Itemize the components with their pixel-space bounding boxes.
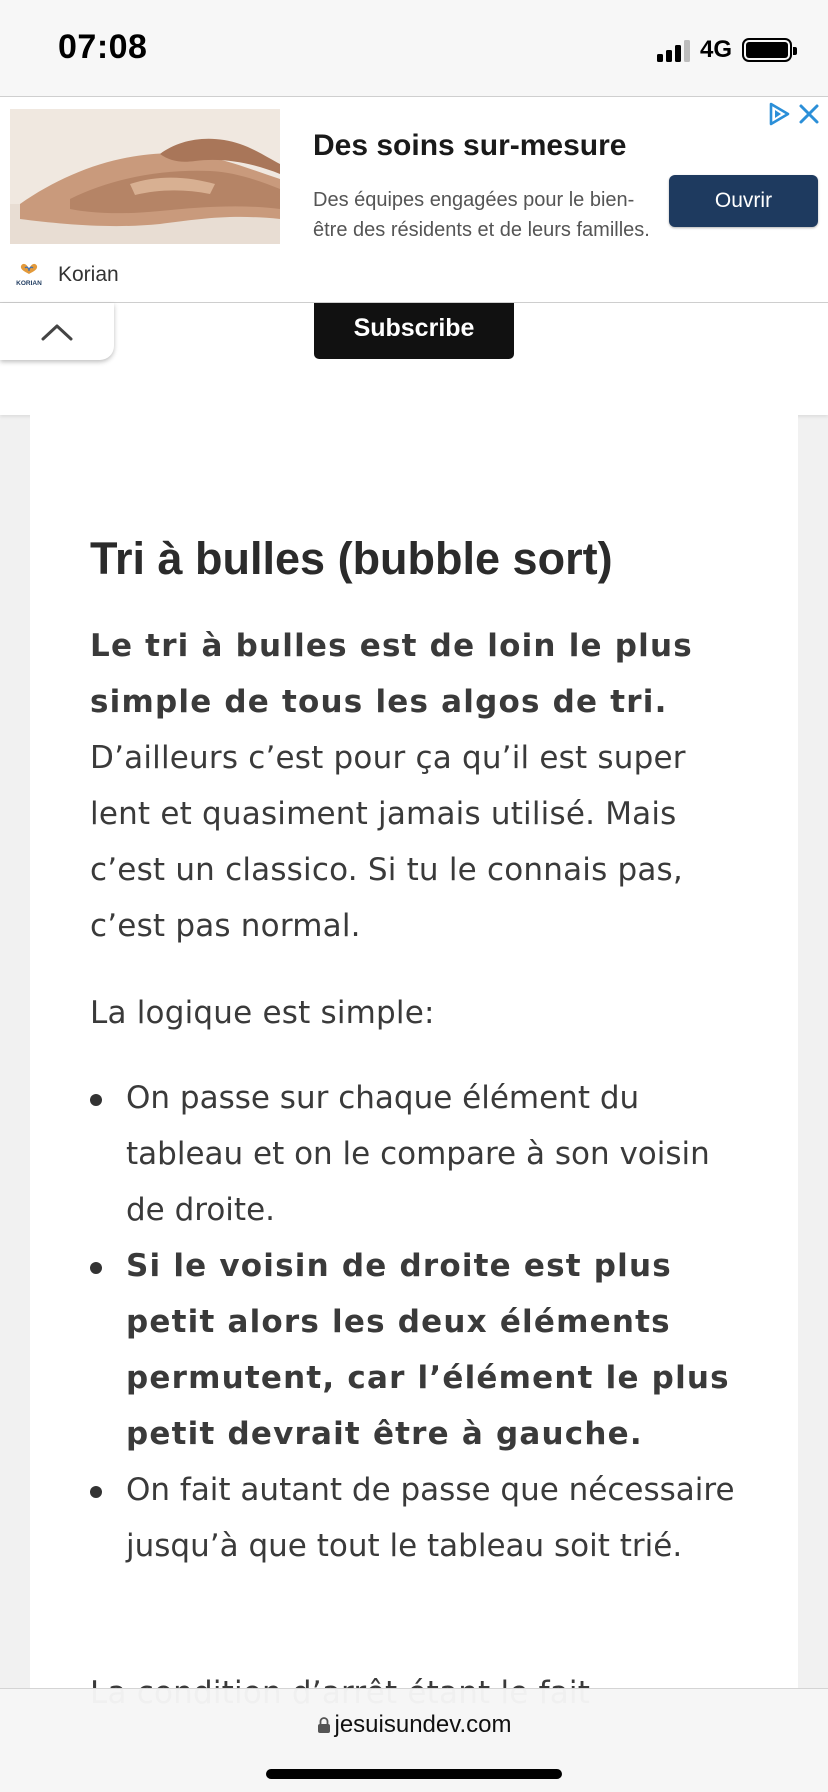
network-type: 4G (699, 36, 732, 63)
section-heading: Tri à bulles (bubble sort) (90, 533, 613, 584)
lock-icon (317, 1717, 330, 1733)
ad-title[interactable]: Des soins sur-mesure (313, 129, 626, 163)
url-display[interactable]: jesuisundev.com (0, 1711, 828, 1739)
article-content: Tri à bulles (bubble sort) Le tri à bull… (30, 415, 798, 1711)
cellular-signal-icon (656, 38, 690, 62)
url-text[interactable]: jesuisundev.com (335, 1711, 512, 1739)
status-time: 07:08 (58, 28, 148, 66)
status-indicators: 4G (656, 34, 797, 66)
ad-advertiser-name[interactable]: Korian (58, 263, 119, 287)
svg-text:KORIAN: KORIAN (16, 280, 42, 287)
ad-description[interactable]: Des équipes engagées pour le bien-être d… (313, 185, 663, 245)
intro-text: D’ailleurs c’est pour ça qu’il est super… (90, 740, 686, 944)
ad-choices-icon[interactable] (766, 101, 792, 127)
screen: 07:08 4G KORIAN Korian Des soins sur-mes… (0, 0, 828, 1792)
ad-close-icon[interactable] (796, 101, 822, 127)
battery-icon (742, 38, 797, 62)
logic-intro: La logique est simple: (90, 995, 435, 1031)
home-indicator[interactable] (266, 1769, 562, 1779)
list-item: On passe sur chaque élément du tableau e… (90, 1070, 750, 1238)
korian-logo: KORIAN (12, 262, 46, 288)
intro-bold-text: Le tri à bulles est de loin le plus simp… (90, 628, 693, 720)
ad-open-button[interactable]: Ouvrir (669, 175, 818, 227)
subscribe-button[interactable]: Subscribe (314, 303, 514, 359)
status-bar: 07:08 4G (0, 0, 828, 96)
list-item: Si le voisin de droite est plus petit al… (90, 1238, 750, 1462)
subscribe-bar: Subscribe (0, 303, 828, 415)
collapse-ad-button[interactable] (0, 303, 114, 360)
intro-paragraph: Le tri à bulles est de loin le plus simp… (90, 618, 750, 954)
ad-banner[interactable]: KORIAN Korian Des soins sur-mesure Des é… (0, 96, 828, 303)
chevron-up-icon (41, 324, 73, 340)
bubble-sort-steps: On passe sur chaque élément du tableau e… (90, 1070, 750, 1574)
list-item: On fait autant de passe que nécessaire j… (90, 1462, 750, 1574)
ad-hands-image[interactable] (10, 109, 280, 244)
browser-address-bar[interactable]: jesuisundev.com (0, 1688, 828, 1792)
